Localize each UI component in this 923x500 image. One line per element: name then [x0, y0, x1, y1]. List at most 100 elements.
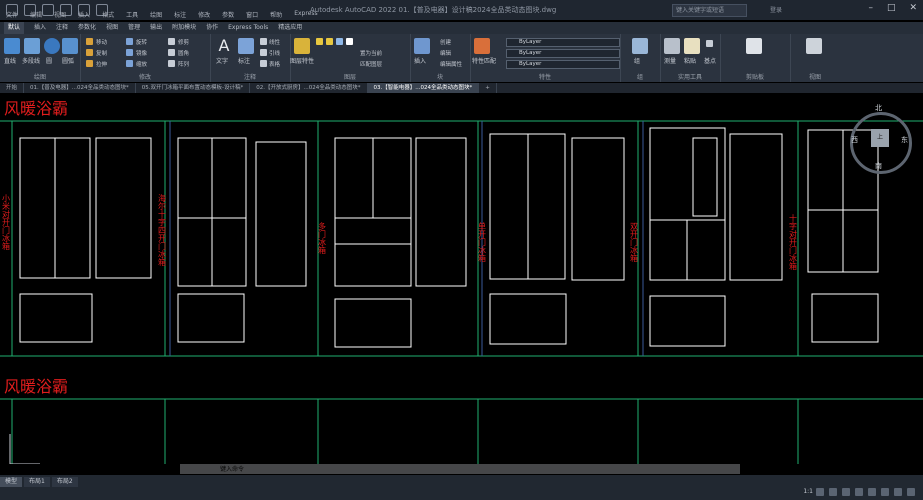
ribbon-tabs: 默认 插入 注释 参数化 视图 管理 输出 附加模块 协作 Express To… — [0, 22, 923, 34]
array-icon[interactable] — [168, 60, 175, 67]
group-tool-label: 组 — [634, 58, 641, 65]
clipboard-icon[interactable] — [746, 38, 762, 54]
search-input[interactable]: 键入关键字或短语 — [672, 4, 747, 17]
drawing-canvas[interactable]: 风暖浴霸 小米对开门冰箱 海尔十字四开门冰箱 多门冰箱 单开门冰箱 双开门冰箱 … — [0, 94, 923, 465]
grid-toggle-icon[interactable] — [816, 488, 824, 496]
doc-tab-active[interactable]: 03.【智能电器】...024全品类动态图块* — [367, 83, 480, 93]
stretch-icon[interactable] — [86, 60, 93, 67]
arc-icon[interactable] — [62, 38, 78, 54]
sign-in-link[interactable]: 登录 — [770, 5, 782, 14]
command-line[interactable]: 键入命令 — [180, 464, 740, 474]
customize-menu-icon[interactable] — [907, 488, 915, 496]
compass-south[interactable]: 南 — [875, 161, 882, 171]
menu-item[interactable]: 插入 — [78, 10, 90, 20]
group-icon[interactable] — [632, 38, 648, 54]
doc-tab[interactable]: 01.【普及电器】...024全品类动态图块* — [24, 83, 136, 93]
linetype-dropdown[interactable]: ByLayer — [506, 49, 620, 58]
sun-icon[interactable] — [326, 38, 333, 45]
new-tab-button[interactable]: + — [479, 83, 497, 93]
ribbon-tab-default[interactable]: 默认 — [4, 22, 25, 34]
workspace-gear-icon[interactable] — [894, 488, 902, 496]
ribbon-tab-addins[interactable]: 附加模块 — [172, 22, 196, 34]
compass-east[interactable]: 东 — [901, 135, 908, 145]
side-label: 十字对开门冰箱 — [789, 213, 798, 271]
lineweight-dropdown[interactable]: ByLayer — [506, 60, 620, 69]
ribbon-tab-output[interactable]: 输出 — [150, 22, 162, 34]
ribbon-tab-manage[interactable]: 管理 — [128, 22, 140, 34]
ribbon-tab-insert[interactable]: 插入 — [34, 22, 46, 34]
doc-tab[interactable]: 05.双开门冰箱平面布置动态模板-设计稿* — [136, 83, 251, 93]
menu-item[interactable]: 编辑 — [30, 10, 42, 20]
polar-toggle-icon[interactable] — [855, 488, 863, 496]
text-icon[interactable]: A — [216, 38, 232, 54]
doc-tab-start[interactable]: 开始 — [0, 83, 25, 93]
ribbon-tab-express[interactable]: Express Tools — [228, 22, 268, 34]
scale-icon[interactable] — [126, 60, 133, 67]
ribbon-group-properties: 特性匹配 ByLayer ByLayer ByLayer 特性 — [470, 34, 621, 82]
layer-properties-icon[interactable] — [294, 38, 310, 54]
snap-toggle-icon[interactable] — [829, 488, 837, 496]
side-label: 多门冰箱 — [318, 221, 327, 255]
lock-icon[interactable] — [336, 38, 343, 45]
color-dropdown[interactable]: ByLayer — [506, 38, 620, 47]
command-input[interactable]: 键入命令 — [180, 466, 244, 473]
osnap-toggle-icon[interactable] — [868, 488, 876, 496]
match-properties-icon[interactable] — [474, 38, 490, 54]
ribbon-tab-view[interactable]: 视图 — [106, 22, 118, 34]
line-icon[interactable] — [4, 38, 20, 54]
close-icon[interactable]: ✕ — [909, 3, 917, 13]
layout-tab-model[interactable]: 模型 — [0, 477, 23, 487]
insert-block-icon[interactable] — [414, 38, 430, 54]
layout-tab[interactable]: 布局2 — [51, 477, 78, 487]
status-bar — [0, 475, 923, 500]
menu-item[interactable]: 工具 — [126, 10, 138, 20]
compass-north[interactable]: 北 — [875, 103, 882, 113]
paste-icon[interactable] — [684, 38, 700, 54]
dimension-icon[interactable] — [238, 38, 254, 54]
mirror-icon[interactable] — [126, 49, 133, 56]
copy-icon[interactable] — [86, 49, 93, 56]
trim-icon[interactable] — [168, 38, 175, 45]
fridge-side — [95, 137, 152, 279]
ribbon-tab-annotate[interactable]: 注释 — [56, 22, 68, 34]
basepoint-icon[interactable] — [706, 40, 713, 47]
fillet-icon[interactable] — [168, 49, 175, 56]
doc-tab[interactable]: 02.【开放式厨房】...024全品类动态图块* — [250, 83, 368, 93]
menu-item[interactable]: 格式 — [102, 10, 114, 20]
menu-item[interactable]: 帮助 — [270, 10, 282, 20]
ortho-toggle-icon[interactable] — [842, 488, 850, 496]
ribbon-tab-collaborate[interactable]: 协作 — [206, 22, 218, 34]
polyline-icon[interactable] — [24, 38, 40, 54]
compass-west[interactable]: 西 — [851, 135, 858, 145]
menu-item[interactable]: 修改 — [198, 10, 210, 20]
modify-tool-label: 圆角 — [178, 51, 190, 57]
menu-item[interactable]: 标注 — [174, 10, 186, 20]
rotate-icon[interactable] — [126, 38, 133, 45]
ribbon-tab-parametric[interactable]: 参数化 — [78, 22, 96, 34]
circle-icon[interactable] — [44, 38, 60, 54]
viewcube[interactable]: 北 西 东 南 上 — [850, 104, 912, 174]
ribbon-tab-featured[interactable]: 精选应用 — [278, 22, 302, 34]
color-square-icon[interactable] — [346, 38, 353, 45]
fridge-plan — [177, 293, 245, 343]
menu-item[interactable]: 文件 — [6, 10, 18, 20]
scale-readout[interactable]: 1:1 — [803, 488, 813, 495]
menu-item[interactable]: 参数 — [222, 10, 234, 20]
view-icon[interactable] — [806, 38, 822, 54]
minimize-icon[interactable]: – — [868, 3, 873, 13]
menu-item[interactable]: 绘图 — [150, 10, 162, 20]
bulb-icon[interactable] — [316, 38, 323, 45]
layout-tab[interactable]: 布局1 — [24, 477, 50, 487]
linear-icon[interactable] — [260, 38, 267, 45]
move-icon[interactable] — [86, 38, 93, 45]
menu-item[interactable]: 窗口 — [246, 10, 258, 20]
annotation-scale-icon[interactable] — [881, 488, 889, 496]
menu-item[interactable]: Express — [294, 10, 317, 20]
viewcube-face[interactable]: 上 — [871, 129, 889, 147]
maximize-icon[interactable]: □ — [887, 3, 896, 13]
ribbon-group-block: 插入 创建 编辑 编辑属性 块 — [410, 34, 471, 82]
menu-item[interactable]: 视图 — [54, 10, 66, 20]
table-icon[interactable] — [260, 60, 267, 67]
measure-icon[interactable] — [664, 38, 680, 54]
leader-icon[interactable] — [260, 49, 267, 56]
